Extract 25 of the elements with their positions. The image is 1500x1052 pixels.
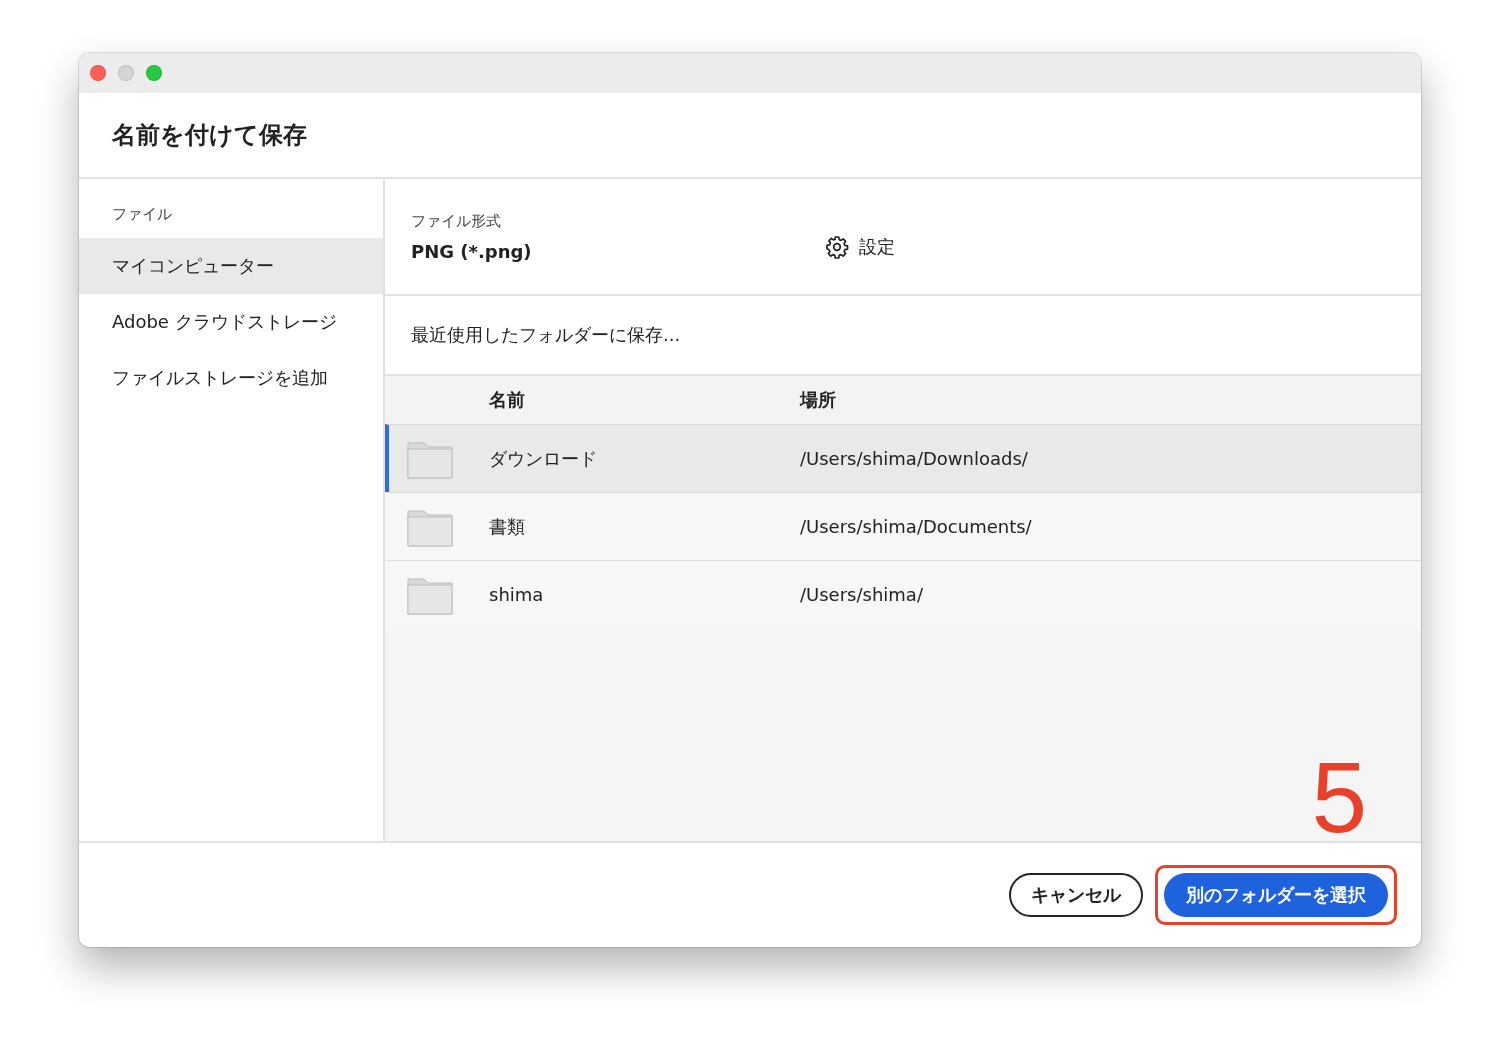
folder-name: shima bbox=[489, 584, 545, 605]
format-value[interactable]: PNG (*.png) bbox=[411, 240, 825, 262]
recent-folders-label: 最近使用したフォルダーに保存... bbox=[411, 323, 681, 347]
folder-path: /Users/shima/ bbox=[800, 584, 923, 605]
column-header: 名前 bbox=[489, 388, 526, 412]
column-header: 場所 bbox=[800, 388, 836, 412]
folder-row[interactable]: ダウンロード /Users/shima/Downloads/ bbox=[385, 424, 1421, 492]
zoom-button[interactable] bbox=[146, 65, 162, 81]
step-number: 5 bbox=[1311, 747, 1367, 847]
settings-button[interactable]: 設定 bbox=[825, 234, 895, 259]
settings-icon bbox=[825, 234, 849, 259]
sidebar-item[interactable]: ファイルストレージを追加 bbox=[79, 350, 383, 406]
folder-name: ダウンロード bbox=[489, 446, 598, 471]
format-label: ファイル形式 bbox=[411, 211, 502, 231]
folder-path: /Users/shima/Downloads/ bbox=[800, 448, 1028, 469]
cancel-button[interactable]: キャンセル bbox=[1009, 873, 1143, 917]
folder-name: 書類 bbox=[489, 514, 526, 539]
minimize-button[interactable] bbox=[118, 65, 134, 81]
sidebar-item[interactable]: マイコンピューター bbox=[79, 238, 383, 294]
sidebar-section-label: ファイル bbox=[111, 205, 173, 225]
choose-folder-button[interactable]: 別のフォルダーを選択 bbox=[1164, 873, 1388, 917]
sidebar-item[interactable]: Adobe クラウドストレージ bbox=[79, 294, 383, 350]
dialog-title: 名前を付けて保存 bbox=[112, 120, 307, 151]
folder-path: /Users/shima/Documents/ bbox=[800, 516, 1032, 537]
close-button[interactable] bbox=[90, 65, 106, 81]
